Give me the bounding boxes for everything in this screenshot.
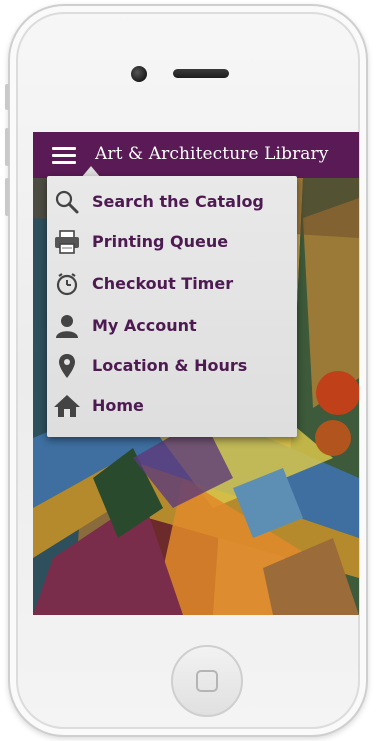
- earpiece-speaker: [173, 69, 229, 78]
- search-icon: [53, 188, 81, 216]
- phone-screen: Art & Architecture Library Search the Ca…: [33, 132, 359, 615]
- home-button[interactable]: [171, 645, 243, 717]
- menu-item-printing-queue[interactable]: Printing Queue: [47, 222, 297, 262]
- printer-icon: [53, 228, 81, 256]
- menu-item-search-catalog[interactable]: Search the Catalog: [47, 182, 297, 222]
- navigation-menu: Search the Catalog Printing Queue Checko…: [47, 176, 297, 437]
- home-button-square-icon: [196, 670, 218, 692]
- front-camera: [131, 66, 147, 82]
- menu-item-label: Location & Hours: [92, 356, 248, 375]
- timer-icon: [53, 270, 81, 298]
- location-pin-icon: [53, 352, 81, 380]
- menu-item-my-account[interactable]: My Account: [47, 306, 297, 346]
- menu-item-label: Printing Queue: [92, 232, 229, 251]
- menu-item-location-hours[interactable]: Location & Hours: [47, 346, 297, 386]
- hamburger-menu-icon[interactable]: [52, 147, 76, 164]
- menu-item-label: Home: [92, 396, 144, 415]
- app-title: Art & Architecture Library: [95, 144, 329, 164]
- volume-up-button: [5, 128, 9, 166]
- user-icon: [53, 312, 81, 340]
- menu-item-checkout-timer[interactable]: Checkout Timer: [47, 264, 297, 304]
- menu-item-label: Search the Catalog: [92, 192, 264, 211]
- menu-item-label: My Account: [92, 316, 197, 335]
- menu-item-label: Checkout Timer: [92, 274, 234, 293]
- menu-item-home[interactable]: Home: [47, 386, 297, 426]
- silent-switch: [5, 84, 9, 110]
- volume-down-button: [5, 178, 9, 216]
- house-icon: [53, 392, 81, 420]
